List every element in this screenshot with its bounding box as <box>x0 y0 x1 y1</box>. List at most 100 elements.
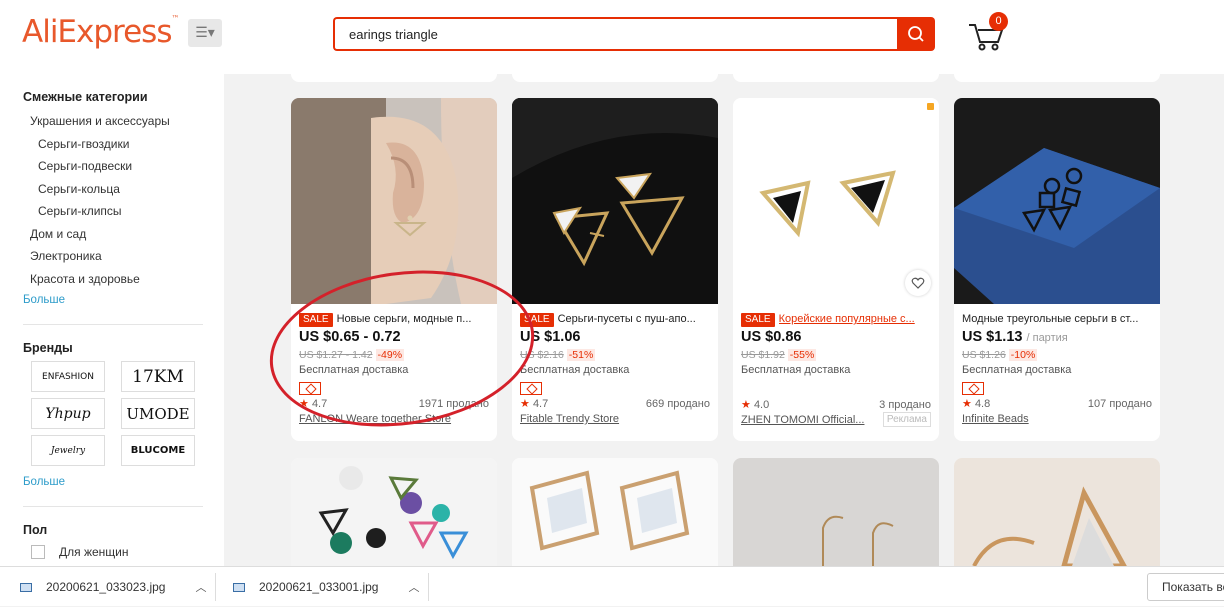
product-card-partial[interactable] <box>512 73 718 82</box>
categories-more-link[interactable]: Больше <box>23 290 224 310</box>
product-card[interactable] <box>291 458 497 566</box>
header: AliExpress™ ☰▾ 0 <box>0 0 1224 74</box>
category-link[interactable]: Красота и здоровье <box>23 268 224 291</box>
shipping-text: Бесплатная доставка <box>741 364 851 376</box>
discount-badge: -49% <box>375 349 405 361</box>
discount-badge: -10% <box>1008 349 1038 361</box>
category-link[interactable]: Серьги-клипсы <box>23 200 224 223</box>
product-title[interactable]: Новые серьги, модные п... <box>337 313 472 326</box>
brand-logo[interactable]: Jewelry <box>31 435 105 466</box>
sold-count: 3 продано <box>879 399 931 411</box>
old-price: US $1.27 - 1.42 <box>299 349 373 361</box>
star-icon: ★ <box>741 399 751 411</box>
store-link[interactable]: Fitable Trendy Store <box>520 413 710 426</box>
gender-women-option[interactable]: Для женщин <box>31 545 224 559</box>
product-title[interactable]: Серьги-пусеты с пуш-апо... <box>558 313 696 326</box>
choice-badge-icon <box>962 382 984 395</box>
sale-badge: SALE <box>741 312 775 327</box>
product-price: US $0.65 - 0.72 <box>299 329 401 345</box>
chevron-up-icon[interactable]: ︿ <box>408 579 419 595</box>
rating: 4.7 <box>311 398 328 410</box>
brand-logo[interactable]: ENFASHION <box>31 361 105 392</box>
downloads-bar: 20200621_033023.jpg ︿ 20200621_033001.jp… <box>0 566 1224 606</box>
brands-more-link[interactable]: Больше <box>23 472 224 492</box>
sale-badge: SALE <box>299 312 333 327</box>
brand-logo[interactable]: UMODE <box>121 398 195 429</box>
product-card-partial[interactable] <box>291 73 497 82</box>
show-all-downloads-button[interactable]: Показать все <box>1147 573 1224 601</box>
product-price: US $0.86 <box>741 329 802 345</box>
star-icon: ★ <box>962 398 972 410</box>
product-image[interactable] <box>954 458 1160 566</box>
ad-badge: Реклама <box>882 412 931 427</box>
brand-logo[interactable]: Yhpup <box>31 398 105 429</box>
product-image[interactable] <box>954 98 1160 304</box>
product-image[interactable] <box>512 458 718 566</box>
sidebar: Смежные категории Украшения и аксессуары… <box>0 74 224 566</box>
download-filename: 20200621_033001.jpg <box>259 580 379 594</box>
category-link[interactable]: Серьги-кольца <box>23 178 224 201</box>
image-file-icon <box>20 582 32 592</box>
checkbox[interactable] <box>31 545 45 559</box>
brand-logo[interactable]: 17KM <box>121 361 195 392</box>
product-price: US $1.06 <box>520 329 581 345</box>
product-card[interactable]: SALE Серьги-пусеты с пуш-апо... US $1.06 … <box>512 98 718 441</box>
cart-count-badge: 0 <box>989 12 1008 31</box>
product-title[interactable]: Корейские популярные с... <box>779 313 915 326</box>
product-card[interactable]: Модные треугольные серьги в ст... US $1.… <box>954 98 1160 441</box>
store-link[interactable]: Infinite Beads <box>962 413 1152 426</box>
product-card[interactable]: SALE Корейские популярные с... US $0.86 U… <box>733 98 939 441</box>
download-filename: 20200621_033023.jpg <box>46 580 166 594</box>
shipping-text: Бесплатная доставка <box>299 364 409 376</box>
store-link[interactable]: ZHEN TOMOMI Official... <box>741 414 879 427</box>
download-item[interactable]: 20200621_033023.jpg ︿ <box>20 567 206 607</box>
category-link[interactable]: Дом и сад <box>23 223 224 246</box>
divider <box>23 324 203 325</box>
product-image[interactable] <box>733 98 939 304</box>
choice-badge-icon <box>299 382 321 395</box>
divider <box>428 573 429 601</box>
related-categories-heading: Смежные категории <box>23 90 148 104</box>
product-image[interactable] <box>512 98 718 304</box>
search-button[interactable] <box>897 17 935 51</box>
category-link[interactable]: Электроника <box>23 245 224 268</box>
category-link[interactable]: Украшения и аксессуары <box>23 110 224 133</box>
product-image[interactable] <box>291 98 497 304</box>
product-image[interactable] <box>291 458 497 566</box>
category-link[interactable]: Серьги-подвески <box>23 155 224 178</box>
product-title[interactable]: Модные треугольные серьги в ст... <box>962 313 1138 326</box>
category-link[interactable]: Серьги-гвоздики <box>23 133 224 156</box>
discount-badge: -51% <box>566 349 596 361</box>
brand-grid: ENFASHION 17KM Yhpup UMODE Jewelry BLUCO… <box>31 361 224 466</box>
wishlist-heart-icon[interactable] <box>905 270 931 296</box>
aliexpress-logo[interactable]: AliExpress™ <box>22 14 179 50</box>
sold-count: 1971 продано <box>418 398 489 410</box>
old-price: US $1.92 <box>741 349 785 361</box>
product-card[interactable] <box>954 458 1160 566</box>
divider <box>215 573 216 601</box>
brand-logo[interactable]: BLUCOME <box>121 435 195 466</box>
rating: 4.0 <box>753 399 770 411</box>
product-image[interactable] <box>733 458 939 566</box>
menu-button[interactable]: ☰▾ <box>188 19 222 47</box>
chevron-up-icon[interactable]: ︿ <box>195 579 206 595</box>
store-link[interactable]: FANLON Weare together Store <box>299 413 489 426</box>
star-icon: ★ <box>520 398 530 410</box>
product-card-partial[interactable] <box>733 73 939 82</box>
product-card[interactable] <box>733 458 939 566</box>
shipping-text: Бесплатная доставка <box>962 364 1072 376</box>
shipping-text: Бесплатная доставка <box>520 364 630 376</box>
product-card-partial[interactable] <box>954 73 1160 82</box>
download-item[interactable]: 20200621_033001.jpg ︿ <box>233 567 419 607</box>
product-card[interactable] <box>512 458 718 566</box>
rating: 4.8 <box>974 398 991 410</box>
sold-count: 107 продано <box>1087 398 1152 410</box>
checkbox-label: Для женщин <box>59 545 129 559</box>
old-price: US $1.26 <box>962 349 1006 361</box>
sold-count: 669 продано <box>645 398 710 410</box>
rating: 4.7 <box>532 398 549 410</box>
choice-badge-icon <box>520 382 542 395</box>
search-input[interactable] <box>333 17 899 51</box>
image-file-icon <box>233 582 245 592</box>
product-card[interactable]: SALE Новые серьги, модные п... US $0.65 -… <box>291 98 497 441</box>
